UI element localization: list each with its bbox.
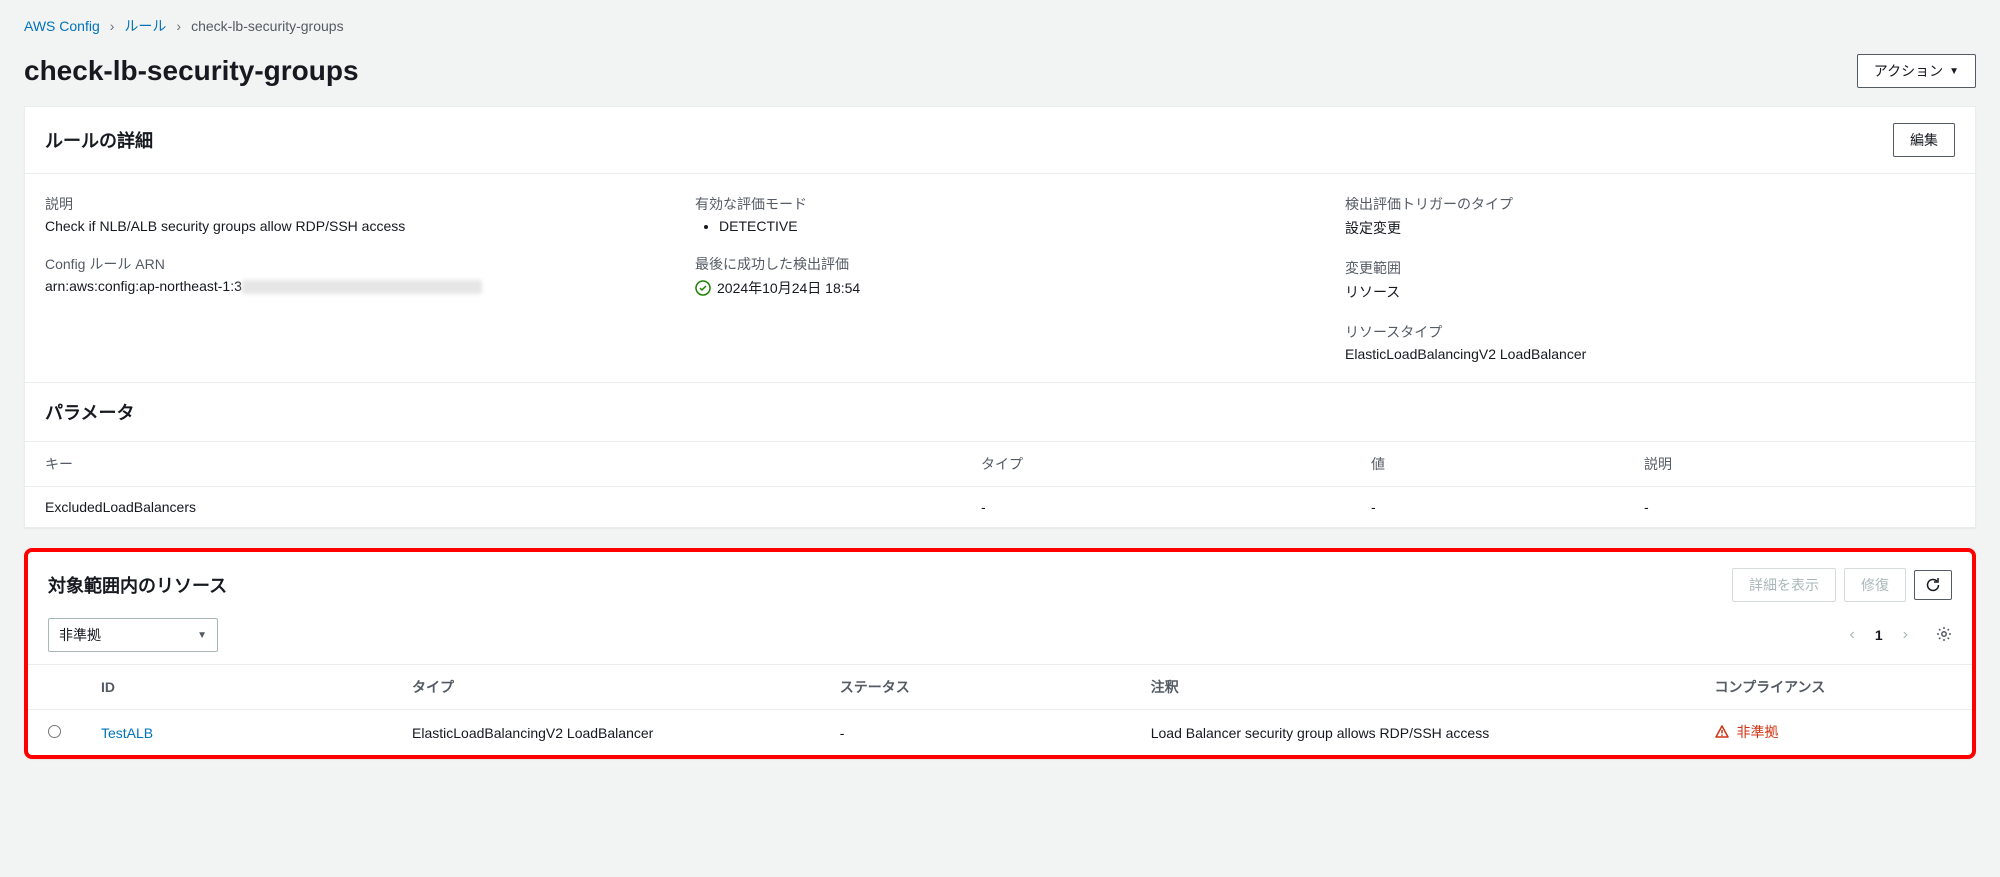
description-label: 説明 bbox=[45, 194, 655, 214]
rule-details-title: ルールの詳細 bbox=[45, 127, 153, 153]
resource-type: ElasticLoadBalancingV2 LoadBalancer bbox=[392, 710, 820, 756]
compliance-badge: 非準拠 bbox=[1714, 722, 1778, 742]
page-title: check-lb-security-groups bbox=[24, 55, 359, 87]
caret-down-icon: ▼ bbox=[1949, 66, 1959, 77]
restype-value: ElasticLoadBalancingV2 LoadBalancer bbox=[1345, 346, 1955, 362]
filter-selected-value: 非準拠 bbox=[59, 625, 101, 645]
eval-mode-value: DETECTIVE bbox=[719, 218, 1305, 234]
res-header-annotation: 注釈 bbox=[1131, 665, 1695, 710]
param-key: ExcludedLoadBalancers bbox=[25, 487, 961, 528]
breadcrumb: AWS Config › ルール › check-lb-security-gro… bbox=[24, 16, 1976, 36]
param-value: - bbox=[1351, 487, 1624, 528]
params-header-description: 説明 bbox=[1624, 442, 1975, 487]
param-description: - bbox=[1624, 487, 1975, 528]
param-row: ExcludedLoadBalancers - - - bbox=[25, 487, 1975, 528]
param-type: - bbox=[961, 487, 1351, 528]
settings-button[interactable] bbox=[1936, 626, 1952, 645]
parameters-title: パラメータ bbox=[25, 382, 1975, 441]
actions-label: アクション bbox=[1874, 61, 1943, 81]
arn-value: arn:aws:config:ap-northeast-1:3 bbox=[45, 278, 655, 294]
chevron-right-icon: › bbox=[110, 18, 115, 34]
row-select-radio[interactable] bbox=[48, 725, 61, 738]
params-header-value: 値 bbox=[1351, 442, 1624, 487]
compliance-filter-select[interactable]: 非準拠 ▼ bbox=[48, 618, 218, 652]
remediate-button[interactable]: 修復 bbox=[1844, 568, 1906, 602]
resource-annotation: Load Balancer security group allows RDP/… bbox=[1131, 710, 1695, 756]
description-value: Check if NLB/ALB security groups allow R… bbox=[45, 218, 655, 234]
resource-id-link[interactable]: TestALB bbox=[101, 725, 153, 741]
breadcrumb-parent[interactable]: ルール bbox=[124, 16, 166, 36]
caret-down-icon: ▼ bbox=[197, 630, 207, 641]
success-icon bbox=[695, 280, 711, 296]
resource-status: - bbox=[820, 710, 1131, 756]
pagination: ‹ 1 › bbox=[1846, 622, 1952, 648]
trigger-label: 検出評価トリガーのタイプ bbox=[1345, 194, 1955, 214]
redacted-arn bbox=[242, 280, 482, 294]
res-header-compliance: コンプライアンス bbox=[1694, 665, 1972, 710]
res-header-id: ID bbox=[81, 665, 392, 710]
page-number: 1 bbox=[1875, 627, 1883, 643]
edit-button[interactable]: 編集 bbox=[1893, 123, 1955, 157]
chevron-right-icon: › bbox=[176, 18, 181, 34]
trigger-value: 設定変更 bbox=[1345, 218, 1955, 238]
breadcrumb-root[interactable]: AWS Config bbox=[24, 18, 100, 34]
rule-details-panel: ルールの詳細 編集 説明 Check if NLB/ALB security g… bbox=[24, 106, 1976, 528]
gear-icon bbox=[1936, 626, 1952, 642]
scope-value: リソース bbox=[1345, 282, 1955, 302]
last-eval-value: 2024年10月24日 18:54 bbox=[695, 278, 860, 298]
prev-page-button[interactable]: ‹ bbox=[1846, 622, 1859, 648]
restype-label: リソースタイプ bbox=[1345, 322, 1955, 342]
next-page-button[interactable]: › bbox=[1899, 622, 1912, 648]
refresh-icon bbox=[1925, 577, 1941, 593]
params-header-type: タイプ bbox=[961, 442, 1351, 487]
params-header-key: キー bbox=[25, 442, 961, 487]
warning-icon bbox=[1714, 724, 1730, 740]
last-eval-label: 最後に成功した検出評価 bbox=[695, 254, 1305, 274]
arn-label: Config ルール ARN bbox=[45, 254, 655, 274]
view-details-button[interactable]: 詳細を表示 bbox=[1732, 568, 1836, 602]
eval-mode-label: 有効な評価モード bbox=[695, 194, 1305, 214]
breadcrumb-current: check-lb-security-groups bbox=[191, 18, 344, 34]
select-header bbox=[28, 665, 81, 710]
resources-table: ID タイプ ステータス 注釈 コンプライアンス TestALB Elastic… bbox=[28, 664, 1972, 755]
resources-panel: 対象範囲内のリソース 詳細を表示 修復 非準拠 ▼ ‹ 1 › ID bbox=[24, 548, 1976, 759]
resources-title: 対象範囲内のリソース bbox=[48, 572, 227, 598]
actions-button[interactable]: アクション ▼ bbox=[1857, 54, 1976, 88]
parameters-table: キー タイプ 値 説明 ExcludedLoadBalancers - - - bbox=[25, 441, 1975, 527]
res-header-status: ステータス bbox=[820, 665, 1131, 710]
scope-label: 変更範囲 bbox=[1345, 258, 1955, 278]
res-header-type: タイプ bbox=[392, 665, 820, 710]
refresh-button[interactable] bbox=[1914, 570, 1952, 600]
resource-row: TestALB ElasticLoadBalancingV2 LoadBalan… bbox=[28, 710, 1972, 756]
